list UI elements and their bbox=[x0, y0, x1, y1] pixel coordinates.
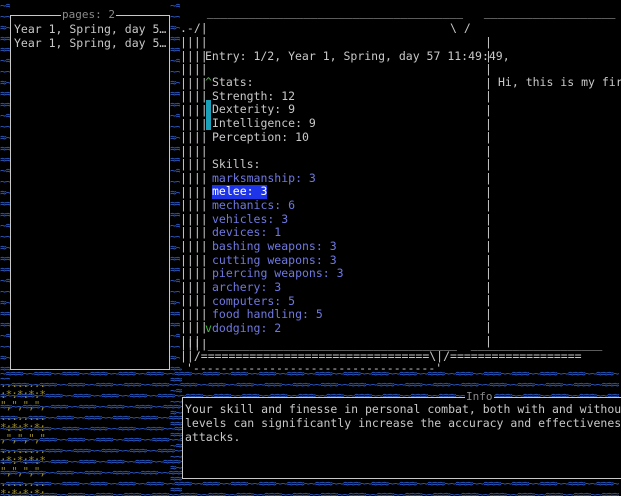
book-page-divider: | | | | | | | | | | | | | | | | | | | | … bbox=[485, 35, 492, 349]
skill-bashing-weapons[interactable]: bashing weapons: 3 bbox=[212, 239, 337, 254]
skill-food-handling[interactable]: food handling: 5 bbox=[212, 307, 323, 322]
pages-panel: pages: 2 Year 1, Spring, day 5… Year 1, … bbox=[10, 8, 170, 370]
skill-dodging[interactable]: dodging: 2 bbox=[212, 321, 281, 336]
book-top-border: _____________________________________ __… bbox=[200, 5, 616, 19]
skill-mechanics[interactable]: mechanics: 6 bbox=[212, 198, 295, 213]
stat-dexterity: Dexterity: 9 bbox=[212, 102, 296, 116]
info-line: attacks. bbox=[185, 430, 241, 444]
entry-scrollbar[interactable] bbox=[206, 100, 211, 130]
skill-archery[interactable]: archery: 3 bbox=[212, 280, 281, 295]
page-item[interactable]: Year 1, Spring, day 5… bbox=[14, 23, 166, 37]
map-land: ........ :*:*:*:* ",",",", ........ *:*:… bbox=[0, 378, 46, 496]
skill-melee-selected[interactable]: melee: 3 bbox=[212, 184, 268, 199]
map-water-left: ~≈≈≈~~≈≈≈~~≈≈≈~~≈≈≈~~≈≈≈~~≈≈≈~~≈≈≈~~≈≈≈~… bbox=[0, 0, 10, 380]
book-top-corner: .-/| \ / bbox=[180, 21, 471, 35]
skills-heading: Skills: bbox=[212, 157, 261, 171]
note-text: Hi, this is my fir bbox=[498, 75, 621, 89]
stats-heading: Stats: bbox=[212, 75, 254, 89]
stat-perception: Perception: 10 bbox=[212, 130, 309, 144]
pages-panel-title: pages: 2 bbox=[61, 8, 116, 21]
skill-piercing-weapons[interactable]: piercing weapons: 3 bbox=[212, 266, 344, 281]
book-bottom-rule: '-----------------------------------' bbox=[186, 361, 443, 375]
scroll-down-icon[interactable]: v bbox=[205, 321, 212, 336]
page-item[interactable]: Year 1, Spring, day 5… bbox=[14, 37, 166, 51]
entry-header: Entry: 1/2, Year 1, Spring, day 57 11:49… bbox=[205, 49, 510, 63]
skill-devices[interactable]: devices: 1 bbox=[212, 225, 281, 240]
pages-list: Year 1, Spring, day 5… Year 1, Spring, d… bbox=[14, 23, 166, 50]
info-panel: Info Your skill and finesse in personal … bbox=[182, 390, 621, 479]
scroll-up-icon[interactable]: ^ bbox=[205, 75, 212, 90]
book-left-spine: |||| |||| |||| |||| |||| |||| |||| |||| … bbox=[180, 35, 208, 349]
stat-intelligence: Intelligence: 9 bbox=[212, 116, 316, 130]
info-line: levels can significantly increase the ac… bbox=[185, 416, 621, 430]
info-line: Your skill and finesse in personal comba… bbox=[185, 402, 621, 416]
